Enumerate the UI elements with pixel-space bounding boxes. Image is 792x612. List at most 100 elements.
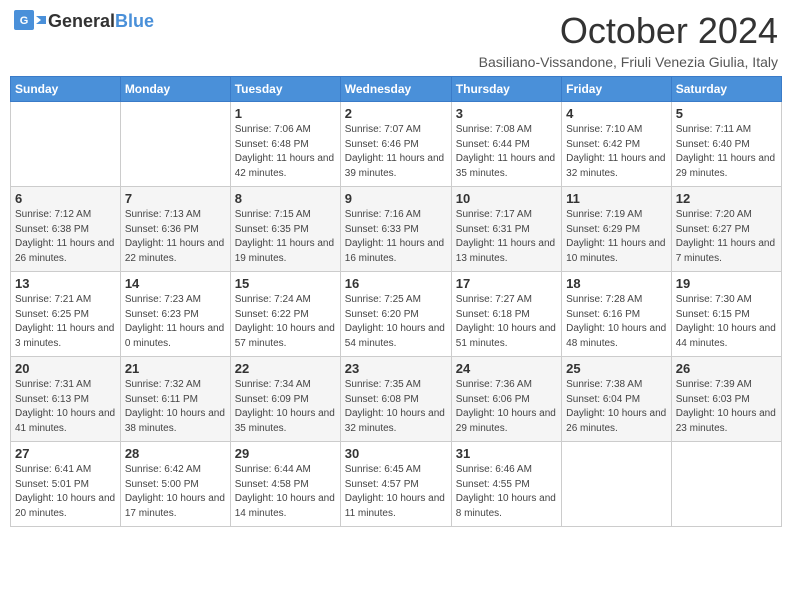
- sunrise-text: Sunrise: 7:15 AM: [235, 209, 311, 220]
- sunrise-text: Sunrise: 7:31 AM: [15, 379, 91, 390]
- daylight-text: Daylight: 11 hours and 7 minutes.: [676, 238, 775, 264]
- day-info: Sunrise: 7:13 AM Sunset: 6:36 PM Dayligh…: [125, 208, 226, 266]
- day-number: 6: [15, 191, 116, 206]
- day-info: Sunrise: 6:45 AM Sunset: 4:57 PM Dayligh…: [345, 463, 447, 521]
- sunrise-text: Sunrise: 7:06 AM: [235, 124, 311, 135]
- calendar-table: Sunday Monday Tuesday Wednesday Thursday…: [10, 76, 782, 527]
- day-number: 26: [676, 361, 777, 376]
- calendar-cell: 10 Sunrise: 7:17 AM Sunset: 6:31 PM Dayl…: [451, 187, 561, 272]
- day-info: Sunrise: 6:44 AM Sunset: 4:58 PM Dayligh…: [235, 463, 336, 521]
- sunset-text: Sunset: 6:23 PM: [125, 309, 199, 320]
- day-number: 13: [15, 276, 116, 291]
- day-number: 23: [345, 361, 447, 376]
- calendar-week-row: 1 Sunrise: 7:06 AM Sunset: 6:48 PM Dayli…: [11, 102, 782, 187]
- calendar-cell: 4 Sunrise: 7:10 AM Sunset: 6:42 PM Dayli…: [562, 102, 672, 187]
- sunset-text: Sunset: 5:00 PM: [125, 479, 199, 490]
- calendar-week-row: 27 Sunrise: 6:41 AM Sunset: 5:01 PM Dayl…: [11, 442, 782, 527]
- day-info: Sunrise: 7:23 AM Sunset: 6:23 PM Dayligh…: [125, 293, 226, 351]
- location-subtitle: Basiliano-Vissandone, Friuli Venezia Giu…: [479, 54, 778, 70]
- calendar-cell: 8 Sunrise: 7:15 AM Sunset: 6:35 PM Dayli…: [230, 187, 340, 272]
- day-number: 21: [125, 361, 226, 376]
- calendar-cell: 17 Sunrise: 7:27 AM Sunset: 6:18 PM Dayl…: [451, 272, 561, 357]
- sunset-text: Sunset: 6:29 PM: [566, 224, 640, 235]
- calendar-cell: 12 Sunrise: 7:20 AM Sunset: 6:27 PM Dayl…: [671, 187, 781, 272]
- daylight-text: Daylight: 11 hours and 22 minutes.: [125, 238, 224, 264]
- daylight-text: Daylight: 10 hours and 57 minutes.: [235, 323, 335, 349]
- day-info: Sunrise: 7:35 AM Sunset: 6:08 PM Dayligh…: [345, 378, 447, 436]
- calendar-cell: 23 Sunrise: 7:35 AM Sunset: 6:08 PM Dayl…: [340, 357, 451, 442]
- day-number: 31: [456, 446, 557, 461]
- day-number: 22: [235, 361, 336, 376]
- daylight-text: Daylight: 10 hours and 38 minutes.: [125, 408, 225, 434]
- day-number: 17: [456, 276, 557, 291]
- calendar-cell: 7 Sunrise: 7:13 AM Sunset: 6:36 PM Dayli…: [120, 187, 230, 272]
- calendar-cell: 2 Sunrise: 7:07 AM Sunset: 6:46 PM Dayli…: [340, 102, 451, 187]
- day-number: 27: [15, 446, 116, 461]
- sunrise-text: Sunrise: 7:07 AM: [345, 124, 421, 135]
- logo-blue-text: Blue: [115, 11, 154, 31]
- day-info: Sunrise: 7:21 AM Sunset: 6:25 PM Dayligh…: [15, 293, 116, 351]
- calendar-week-row: 13 Sunrise: 7:21 AM Sunset: 6:25 PM Dayl…: [11, 272, 782, 357]
- sunrise-text: Sunrise: 7:34 AM: [235, 379, 311, 390]
- day-info: Sunrise: 7:07 AM Sunset: 6:46 PM Dayligh…: [345, 123, 447, 181]
- day-info: Sunrise: 7:24 AM Sunset: 6:22 PM Dayligh…: [235, 293, 336, 351]
- daylight-text: Daylight: 10 hours and 26 minutes.: [566, 408, 666, 434]
- day-info: Sunrise: 7:17 AM Sunset: 6:31 PM Dayligh…: [456, 208, 557, 266]
- sunset-text: Sunset: 6:22 PM: [235, 309, 309, 320]
- daylight-text: Daylight: 11 hours and 35 minutes.: [456, 153, 555, 179]
- day-number: 15: [235, 276, 336, 291]
- day-number: 9: [345, 191, 447, 206]
- day-info: Sunrise: 6:42 AM Sunset: 5:00 PM Dayligh…: [125, 463, 226, 521]
- col-monday: Monday: [120, 77, 230, 102]
- sunset-text: Sunset: 6:33 PM: [345, 224, 419, 235]
- sunrise-text: Sunrise: 7:36 AM: [456, 379, 532, 390]
- sunset-text: Sunset: 6:20 PM: [345, 309, 419, 320]
- day-number: 28: [125, 446, 226, 461]
- day-number: 11: [566, 191, 667, 206]
- col-friday: Friday: [562, 77, 672, 102]
- sunset-text: Sunset: 6:13 PM: [15, 394, 89, 405]
- daylight-text: Daylight: 11 hours and 42 minutes.: [235, 153, 334, 179]
- svg-text:G: G: [20, 15, 29, 27]
- daylight-text: Daylight: 11 hours and 19 minutes.: [235, 238, 334, 264]
- day-number: 10: [456, 191, 557, 206]
- day-info: Sunrise: 7:19 AM Sunset: 6:29 PM Dayligh…: [566, 208, 667, 266]
- calendar-cell: 21 Sunrise: 7:32 AM Sunset: 6:11 PM Dayl…: [120, 357, 230, 442]
- day-info: Sunrise: 6:41 AM Sunset: 5:01 PM Dayligh…: [15, 463, 116, 521]
- calendar-cell: 14 Sunrise: 7:23 AM Sunset: 6:23 PM Dayl…: [120, 272, 230, 357]
- day-number: 19: [676, 276, 777, 291]
- sunset-text: Sunset: 5:01 PM: [15, 479, 89, 490]
- logo: G GeneralBlue: [14, 10, 154, 32]
- calendar-cell: 9 Sunrise: 7:16 AM Sunset: 6:33 PM Dayli…: [340, 187, 451, 272]
- calendar-cell: [11, 102, 121, 187]
- calendar-cell: 19 Sunrise: 7:30 AM Sunset: 6:15 PM Dayl…: [671, 272, 781, 357]
- daylight-text: Daylight: 10 hours and 23 minutes.: [676, 408, 776, 434]
- calendar-cell: 16 Sunrise: 7:25 AM Sunset: 6:20 PM Dayl…: [340, 272, 451, 357]
- calendar-cell: 28 Sunrise: 6:42 AM Sunset: 5:00 PM Dayl…: [120, 442, 230, 527]
- daylight-text: Daylight: 11 hours and 29 minutes.: [676, 153, 775, 179]
- day-number: 24: [456, 361, 557, 376]
- calendar-cell: 11 Sunrise: 7:19 AM Sunset: 6:29 PM Dayl…: [562, 187, 672, 272]
- calendar-cell: 15 Sunrise: 7:24 AM Sunset: 6:22 PM Dayl…: [230, 272, 340, 357]
- day-number: 5: [676, 106, 777, 121]
- daylight-text: Daylight: 10 hours and 54 minutes.: [345, 323, 445, 349]
- sunset-text: Sunset: 6:18 PM: [456, 309, 530, 320]
- sunset-text: Sunset: 6:35 PM: [235, 224, 309, 235]
- daylight-text: Daylight: 11 hours and 0 minutes.: [125, 323, 224, 349]
- sunset-text: Sunset: 6:06 PM: [456, 394, 530, 405]
- sunrise-text: Sunrise: 7:13 AM: [125, 209, 201, 220]
- day-info: Sunrise: 7:27 AM Sunset: 6:18 PM Dayligh…: [456, 293, 557, 351]
- sunrise-text: Sunrise: 7:25 AM: [345, 294, 421, 305]
- day-number: 18: [566, 276, 667, 291]
- col-sunday: Sunday: [11, 77, 121, 102]
- sunrise-text: Sunrise: 7:12 AM: [15, 209, 91, 220]
- calendar-cell: 13 Sunrise: 7:21 AM Sunset: 6:25 PM Dayl…: [11, 272, 121, 357]
- day-number: 4: [566, 106, 667, 121]
- day-info: Sunrise: 7:08 AM Sunset: 6:44 PM Dayligh…: [456, 123, 557, 181]
- sunrise-text: Sunrise: 7:38 AM: [566, 379, 642, 390]
- calendar-cell: 26 Sunrise: 7:39 AM Sunset: 6:03 PM Dayl…: [671, 357, 781, 442]
- sunrise-text: Sunrise: 7:19 AM: [566, 209, 642, 220]
- daylight-text: Daylight: 10 hours and 48 minutes.: [566, 323, 666, 349]
- daylight-text: Daylight: 11 hours and 10 minutes.: [566, 238, 665, 264]
- sunset-text: Sunset: 6:27 PM: [676, 224, 750, 235]
